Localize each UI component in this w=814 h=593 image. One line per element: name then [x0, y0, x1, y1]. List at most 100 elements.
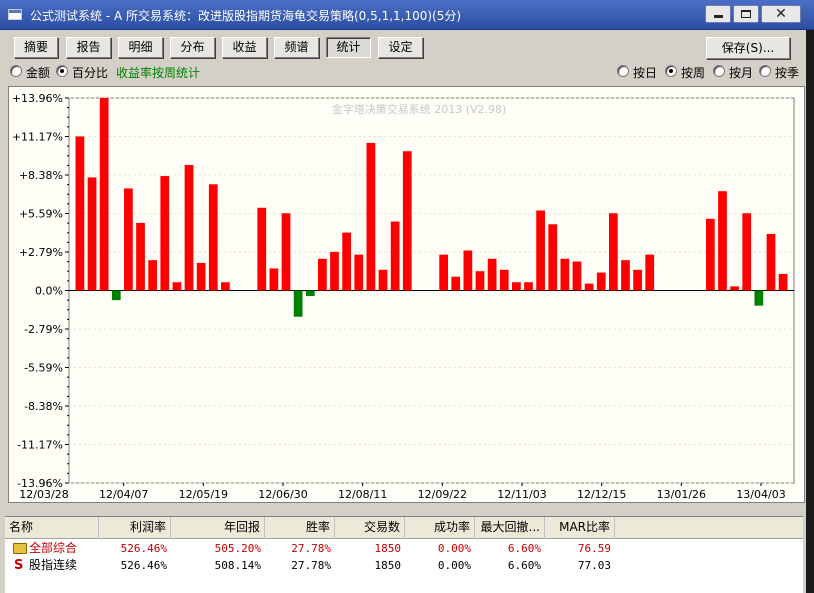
- chart-bar: [536, 210, 545, 291]
- chart-bar: [512, 282, 521, 291]
- by-week-label[interactable]: 按周: [681, 64, 705, 81]
- table-row[interactable]: S 股指连续 526.46% 508.14% 27.78% 1850 0.00%…: [5, 557, 803, 574]
- col-header-drawdown[interactable]: 最大回撤...: [475, 517, 545, 539]
- tab-report[interactable]: 报告: [66, 37, 111, 58]
- amount-label[interactable]: 金额: [26, 64, 50, 81]
- percent-label[interactable]: 百分比: [72, 64, 108, 81]
- y-tick-label: +8.38%: [19, 169, 63, 182]
- by-month-radio[interactable]: [713, 65, 725, 77]
- y-tick-label: -5.59%: [24, 362, 63, 375]
- row-annual: 505.20%: [214, 542, 261, 555]
- x-tick-label: 12/08/11: [338, 488, 387, 501]
- close-button[interactable]: ✕: [761, 5, 801, 23]
- minimize-icon: [713, 15, 723, 18]
- row-success: 0.00%: [437, 542, 471, 555]
- col-header-name[interactable]: 名称: [5, 517, 99, 539]
- tab-summary[interactable]: 摘要: [14, 37, 58, 58]
- x-tick-label: 12/03/28: [19, 488, 68, 501]
- x-tick-label: 13/01/26: [657, 488, 706, 501]
- chart-bar: [75, 136, 85, 291]
- chart-bar: [221, 282, 230, 291]
- percent-radio[interactable]: [56, 65, 68, 77]
- mode-radio-group: 金额 百分比 收益率按周统计: [10, 64, 230, 80]
- y-tick-label: -8.38%: [24, 400, 63, 413]
- chart-bar: [366, 142, 376, 291]
- y-tick-label: 0.0%: [35, 285, 63, 298]
- x-tick-label: 12/09/22: [418, 488, 467, 501]
- by-day-label[interactable]: 按日: [633, 64, 657, 81]
- chart-bar: [124, 188, 133, 291]
- maximize-button[interactable]: [733, 5, 759, 23]
- chart-bar: [111, 290, 121, 301]
- chart-bar: [196, 262, 206, 291]
- chart-bar: [184, 165, 194, 291]
- period-radio-group: 按日 按周 按月 按季: [617, 64, 807, 80]
- chart-bar: [148, 260, 158, 291]
- chart-bar: [318, 258, 327, 291]
- x-tick-label: 12/12/15: [577, 488, 626, 501]
- tab-details[interactable]: 明细: [118, 37, 163, 58]
- chart-bar: [633, 269, 642, 291]
- chart-bar: [705, 218, 715, 291]
- tab-spectrum[interactable]: 频谱: [274, 37, 319, 58]
- chart-bar: [596, 272, 606, 291]
- row-mar: 76.59: [577, 542, 611, 555]
- minimize-button[interactable]: [705, 5, 731, 23]
- x-tick-label: 12/05/19: [179, 488, 228, 501]
- y-tick-label: +13.96%: [12, 92, 63, 105]
- results-table: 名称 利润率 年回报 胜率 交易数 成功率 最大回撤... MAR比率 全部综合…: [5, 516, 803, 593]
- by-day-radio[interactable]: [617, 65, 629, 77]
- folder-icon: [13, 543, 27, 554]
- by-quarter-radio[interactable]: [759, 65, 771, 77]
- col-header-profit[interactable]: 利润率: [99, 517, 171, 539]
- chart-bar: [778, 273, 788, 291]
- by-month-label[interactable]: 按月: [729, 64, 753, 81]
- chart-bar: [742, 213, 752, 291]
- window-title: 公式测试系统 - A 所交易系统：改进版股指期货海龟交易策略(0,5,1,1,1…: [30, 9, 462, 23]
- chart-watermark: 金字塔决策交易系统 2013 (V2.98): [332, 102, 507, 116]
- row-profit: 526.46%: [120, 559, 167, 572]
- tab-returns[interactable]: 收益: [222, 37, 267, 58]
- row-trades: 1850: [374, 559, 402, 572]
- window-edge: [806, 30, 814, 593]
- chart-bar: [621, 260, 630, 291]
- chart-bar: [87, 177, 97, 291]
- chart-bar: [160, 176, 170, 291]
- chart-bar: [524, 282, 533, 291]
- returns-chart-svg: +13.96% +11.17% +8.38% +5.59% +2.79% 0.0% -2.7…: [12, 92, 795, 501]
- row-win: 27.78%: [291, 542, 331, 555]
- col-header-annual[interactable]: 年回报: [171, 517, 265, 539]
- amount-radio[interactable]: [10, 65, 22, 77]
- row-annual: 508.14%: [214, 559, 261, 572]
- by-week-radio[interactable]: [665, 65, 677, 77]
- main-window: 公式测试系统 - A 所交易系统：改进版股指期货海龟交易策略(0,5,1,1,1…: [0, 0, 814, 593]
- col-header-success[interactable]: 成功率: [405, 517, 475, 539]
- maximize-icon: [741, 10, 751, 18]
- chart-bar: [560, 258, 570, 291]
- app-icon: [8, 9, 22, 20]
- row-name: 股指连续: [29, 558, 78, 572]
- col-header-mar[interactable]: MAR比率: [545, 517, 615, 539]
- row-trades: 1850: [374, 542, 402, 555]
- x-tick-label: 12/06/30: [258, 488, 307, 501]
- chart-bar: [608, 213, 618, 291]
- chart-bar: [390, 221, 400, 291]
- by-quarter-label[interactable]: 按季: [775, 64, 799, 81]
- title-bar[interactable]: 公式测试系统 - A 所交易系统：改进版股指期货海龟交易策略(0,5,1,1,1…: [0, 0, 814, 30]
- y-tick-label: -2.79%: [24, 323, 63, 336]
- save-button[interactable]: 保存(S)...: [706, 37, 790, 59]
- chart-bar: [766, 233, 776, 291]
- tab-settings[interactable]: 设定: [378, 37, 423, 58]
- chart-bar: [548, 224, 558, 291]
- chart-bar: [487, 258, 497, 291]
- col-header-trades[interactable]: 交易数: [335, 517, 405, 539]
- chart-bar: [136, 222, 145, 291]
- table-row[interactable]: 全部综合 526.46% 505.20% 27.78% 1850 0.00% 6…: [5, 540, 803, 557]
- row-win: 27.78%: [291, 559, 331, 572]
- tab-distribution[interactable]: 分布: [170, 37, 215, 58]
- tab-statistics[interactable]: 统计: [326, 37, 371, 58]
- chart-bar: [754, 290, 764, 306]
- x-tick-label: 12/11/03: [497, 488, 546, 501]
- col-header-win[interactable]: 胜率: [265, 517, 335, 539]
- chart-bar: [499, 269, 509, 291]
